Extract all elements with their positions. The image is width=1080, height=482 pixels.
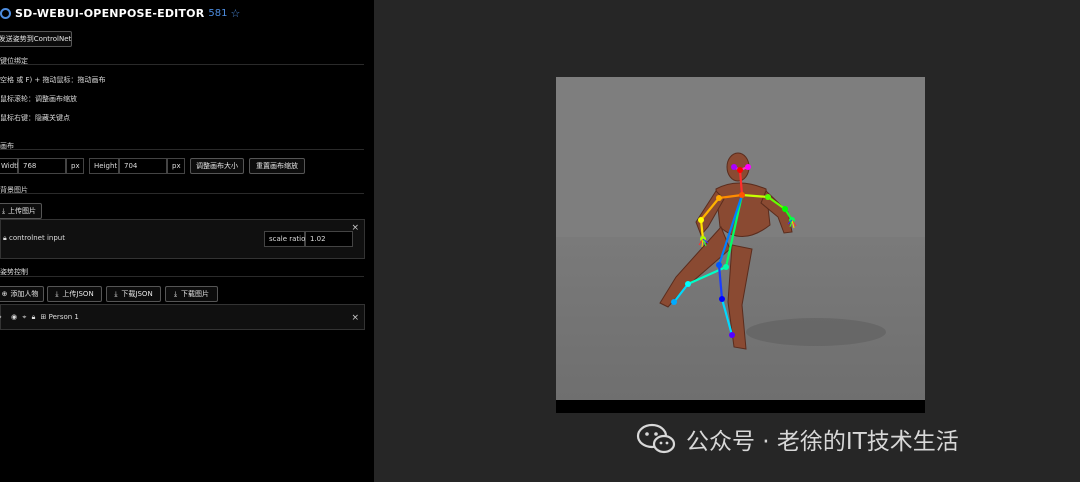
canvas-bottom-bar [556,400,925,413]
height-input[interactable]: 704 [119,158,167,174]
upload-image-button[interactable]: ⤓ 上传图片 [0,203,42,219]
group-icon[interactable]: ⊞ [41,313,47,321]
app-title: SD-WEBUI-OPENPOSE-EDITOR [15,6,205,20]
download-icon: ⤓ [173,289,178,298]
github-icon[interactable] [0,7,11,19]
close-icon[interactable]: × [351,313,359,323]
add-person-button[interactable]: ⊕ 添加人物 [0,286,44,302]
download-json-label: 下载JSON [121,290,153,298]
layer-label: controlnet input [8,234,65,242]
keybind-line: 鼠标右键：隐藏关键点 [0,114,70,122]
lock-icon[interactable]: 🔒︎ [3,234,7,242]
sidebar-panel: SD-WEBUI-OPENPOSE-EDITOR 581 ☆ 发送姿势到Cont… [0,0,374,482]
upload-json-label: 上传JSON [62,290,94,298]
figure-body-image [659,152,793,350]
upload-icon: ⤓ [55,289,59,298]
send-to-controlnet-button[interactable]: 发送姿势到ControlNet [0,31,72,47]
height-label: Height [89,158,119,174]
pose-figure[interactable] [556,77,925,413]
divider [0,64,364,65]
add-person-label: 添加人物 [10,290,39,298]
download-image-label: 下载图片 [181,290,210,298]
width-input[interactable]: 768 [18,158,66,174]
divider [0,149,364,150]
reset-zoom-button[interactable]: 重置画布缩放 [249,158,305,174]
divider [0,193,364,194]
crosshair-icon[interactable]: ⌖ [22,313,26,321]
upload-icon: ⤓ [1,206,6,215]
figure-shadow [746,318,886,346]
width-label: Width [0,158,21,174]
person-label: Person 1 [48,313,79,321]
watermark: 公众号 · 老徐的IT技术生活 [636,420,959,458]
keybind-line: 空格 或 F) + 拖动鼠标：拖动画布 [0,76,106,84]
background-layer-panel: × 🔒︎ controlnet input scale ratio 1.02 [0,219,365,259]
watermark-text: 公众号 · 老徐的IT技术生活 [686,429,959,455]
download-json-button[interactable]: ⤓ 下载JSON [106,286,161,302]
scale-ratio-label: scale ratio [264,231,305,247]
scale-ratio-input[interactable]: 1.02 [305,231,353,247]
star-count: 581 [208,7,228,19]
app-header: SD-WEBUI-OPENPOSE-EDITOR 581 ☆ [0,4,240,22]
pose-canvas[interactable] [556,77,925,413]
star-icon[interactable]: ☆ [230,7,240,20]
layer-row: 🔒︎ controlnet input [3,234,65,243]
wechat-icon [636,423,676,455]
width-unit: px [66,158,84,174]
expand-icon[interactable]: › [0,313,2,321]
resize-canvas-button[interactable]: 调整画布大小 [190,158,244,174]
upload-json-button[interactable]: ⤓ 上传JSON [47,286,102,302]
divider [0,276,364,277]
upload-image-label: 上传图片 [8,207,37,215]
eye-icon[interactable]: ◉ [11,313,17,321]
lock-icon[interactable]: 🔒︎ [32,313,36,321]
keybind-line: 鼠标滚轮：调整画布缩放 [0,95,77,103]
download-icon: ⤓ [114,289,118,298]
add-icon: ⊕ [1,290,8,298]
height-unit: px [167,158,185,174]
download-image-button[interactable]: ⤓ 下载图片 [165,286,218,302]
person-row: › ◉ ⌖ 🔒︎ ⊞ Person 1 [0,313,79,322]
person-panel: × › ◉ ⌖ 🔒︎ ⊞ Person 1 [0,304,365,330]
